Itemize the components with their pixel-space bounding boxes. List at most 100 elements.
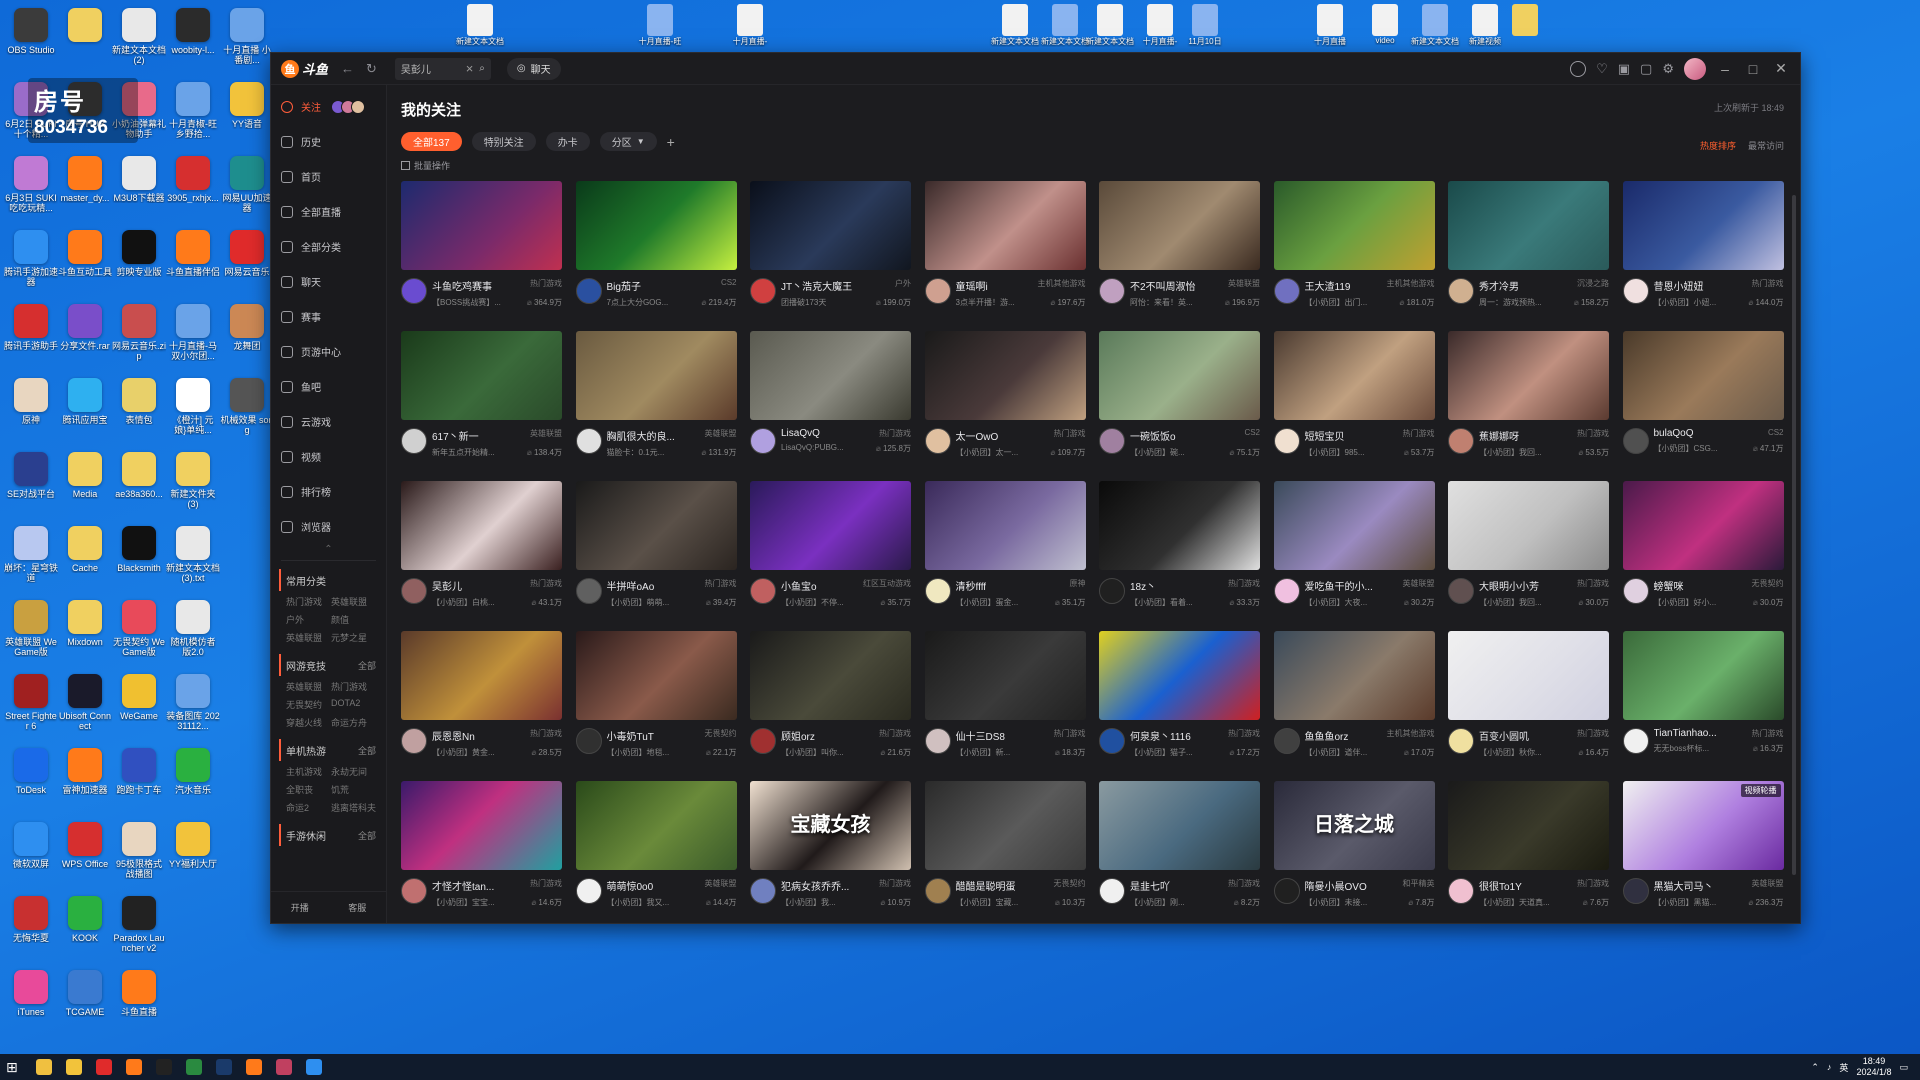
stream-category[interactable]: 热门游戏 [1228, 578, 1260, 593]
streamer-name[interactable]: 617丶新一 [432, 428, 479, 443]
desktop-icon[interactable]: 十月直播 小番剧... [220, 4, 274, 78]
desktop-icon[interactable]: Street Fighter 6 [4, 670, 58, 744]
clock[interactable]: 18:49 2024/1/8 [1856, 1056, 1891, 1078]
streamer-name[interactable]: Big茄子 [607, 278, 641, 293]
windows-start-icon[interactable]: ⊞ [6, 1059, 22, 1076]
stream-category[interactable]: 热门游戏 [530, 278, 562, 293]
stream-thumbnail[interactable] [924, 631, 1086, 720]
streamer-avatar[interactable] [1448, 578, 1474, 604]
desktop-icon[interactable]: WeGame [112, 670, 166, 744]
stream-category[interactable]: 热门游戏 [879, 428, 911, 439]
sidebar-subcategory[interactable]: 穿越火线 [286, 716, 331, 729]
stream-category[interactable]: 热门游戏 [530, 878, 562, 893]
stream-category[interactable]: 热门游戏 [1054, 428, 1086, 443]
stream-card[interactable]: TianTianhao... 热门游戏 无无boss杯标... 🔥︎ 16.3万 [1622, 631, 1784, 769]
sidebar-item[interactable]: 浏览器 [271, 509, 386, 544]
streamer-name[interactable]: 百变小圆叽 [1479, 728, 1529, 743]
netease-music-icon[interactable] [96, 1059, 112, 1075]
streamer-avatar[interactable] [1273, 878, 1300, 904]
maximize-icon[interactable]: □ [1744, 61, 1762, 77]
desktop-icon[interactable]: 新建文本文档 (3).txt [166, 522, 220, 596]
sidebar-subcategory[interactable]: 主机游戏 [286, 765, 331, 778]
refresh-icon[interactable]: ↻ [366, 61, 377, 77]
stream-category[interactable]: CS2 [721, 278, 737, 293]
stream-category[interactable]: 热门游戏 [1752, 278, 1784, 293]
stream-category[interactable]: 无畏契约 [1752, 578, 1784, 593]
desktop-icon[interactable]: 崩坏：星穹铁道 [4, 522, 58, 596]
stream-card[interactable]: 短短宝贝 热门游戏 【小奶团】985... 🔥︎ 53.7万 [1273, 331, 1435, 469]
desktop-icon[interactable]: 95极限格式战播图 [112, 818, 166, 892]
go-live-button[interactable]: 开播 [291, 901, 309, 914]
sidebar-section-header[interactable]: 单机热游 全部 [279, 739, 376, 761]
streamer-name[interactable]: 隋曼小晨OVO [1305, 878, 1367, 893]
streamer-avatar[interactable] [575, 878, 602, 904]
stream-card[interactable]: 鱼鱼鱼orz 主机其他游戏 【小奶团】道伴... 🔥︎ 17.0万 [1273, 631, 1435, 769]
streamer-avatar[interactable] [575, 428, 602, 454]
search-icon[interactable]: ⌕ [479, 63, 485, 74]
stream-card[interactable]: 一碗饭饭o CS2 【小奶团】碗... 🔥︎ 75.1万 [1099, 331, 1260, 469]
streamer-name[interactable]: 才怪才怪tan... [432, 878, 494, 893]
sidebar-item[interactable]: 关注 [271, 89, 386, 124]
stream-category[interactable]: 热门游戏 [1054, 728, 1086, 743]
sidebar-item[interactable]: 赛事 [271, 299, 386, 334]
desktop-icon[interactable]: 新建文件夹 (3) [166, 448, 220, 522]
streamer-avatar[interactable] [1273, 428, 1300, 454]
stream-thumbnail[interactable] [1622, 181, 1784, 270]
streamer-name[interactable]: 胸肌很大的良... [607, 428, 675, 443]
stream-card[interactable]: 大眼明小小芳 热门游戏 【小奶团】我回... 🔥︎ 30.0万 [1448, 481, 1609, 619]
stream-card[interactable]: 不2不叫周淑怡 英雄联盟 阿怡：来看！英... 🔥︎ 196.9万 [1099, 181, 1260, 319]
desktop-top-icon[interactable]: 新建文本文档 [1411, 4, 1459, 47]
sidebar-subcategory[interactable]: 元梦之星 [331, 631, 376, 644]
desktop-top-icon[interactable]: 十月直播- [1140, 4, 1180, 47]
streamer-avatar[interactable] [924, 428, 951, 454]
sidebar-section-more[interactable]: 全部 [358, 659, 376, 672]
stream-thumbnail[interactable] [750, 181, 911, 270]
stream-thumbnail[interactable] [1273, 481, 1435, 570]
desktop-icon[interactable]: 腾讯手游加速器 [4, 226, 58, 300]
desktop-icon[interactable]: 无畏契约 WeGame版 [112, 596, 166, 670]
streamer-name[interactable]: 是韭七吖 [1130, 878, 1170, 893]
stream-thumbnail[interactable] [1448, 181, 1609, 270]
sidebar-subcategory[interactable]: 颜值 [331, 613, 376, 626]
desktop-icon[interactable]: 英雄联盟 WeGame版 [4, 596, 58, 670]
stream-category[interactable]: 热门游戏 [1403, 428, 1435, 443]
streamer-name[interactable]: 吴彭儿 [432, 578, 462, 593]
desktop-top-icon[interactable]: 新建文本文档 [1086, 4, 1134, 47]
stream-category[interactable]: 热门游戏 [530, 578, 562, 593]
steam-icon[interactable] [216, 1059, 232, 1075]
stream-category[interactable]: CS2 [1244, 428, 1260, 443]
desktop-icon[interactable]: 斗鱼互动工具 [58, 226, 112, 300]
desktop-icon[interactable]: iTunes [4, 966, 58, 1040]
sidebar-subcategory[interactable]: 命运方舟 [331, 716, 376, 729]
streamer-avatar[interactable] [575, 578, 602, 604]
streamer-avatar[interactable] [750, 428, 776, 454]
streamer-avatar[interactable] [401, 878, 427, 904]
stream-thumbnail[interactable] [1099, 481, 1260, 570]
stream-thumbnail[interactable] [1448, 631, 1609, 720]
minimize-icon[interactable]: – [1716, 61, 1734, 77]
sidebar-subcategory[interactable]: 无畏契约 [286, 698, 331, 711]
streamer-avatar[interactable] [1622, 728, 1649, 754]
stream-card[interactable]: LisaQvQ 热门游戏 LisaQvQ:PUBG... 🔥︎ 125.8万 [750, 331, 911, 469]
stream-thumbnail[interactable] [1099, 331, 1260, 420]
streamer-name[interactable]: 王大渣119 [1305, 278, 1351, 293]
desktop-icon[interactable]: 腾讯应用宝 [58, 374, 112, 448]
desktop-icon[interactable]: 十月青椒-旺 乡野拾... [166, 78, 220, 152]
sidebar-section-header[interactable]: 手游休闲 全部 [279, 824, 376, 846]
desktop-icon[interactable]: SE对战平台 [4, 448, 58, 522]
streamer-name[interactable]: TianTianhao... [1654, 728, 1717, 739]
desktop-icon[interactable]: 3905_rxhjx... [166, 152, 220, 226]
sidebar-section-header[interactable]: 网游竞技 全部 [279, 654, 376, 676]
streamer-avatar[interactable] [1448, 428, 1474, 454]
desktop-icon[interactable]: 分享文件.rar [58, 300, 112, 374]
customer-service-button[interactable]: 客服 [348, 901, 366, 914]
stream-category[interactable]: 热门游戏 [1228, 878, 1260, 893]
streamer-avatar[interactable] [1448, 878, 1474, 904]
desktop-icon[interactable]: Media [58, 448, 112, 522]
stream-thumbnail[interactable] [1273, 331, 1435, 420]
streamer-avatar[interactable] [401, 278, 427, 304]
filter-chip[interactable]: 办卡 [545, 132, 590, 151]
streamer-avatar[interactable] [575, 278, 602, 304]
sidebar-subcategory[interactable]: 永劫无间 [331, 765, 376, 778]
streamer-avatar[interactable] [924, 878, 951, 904]
